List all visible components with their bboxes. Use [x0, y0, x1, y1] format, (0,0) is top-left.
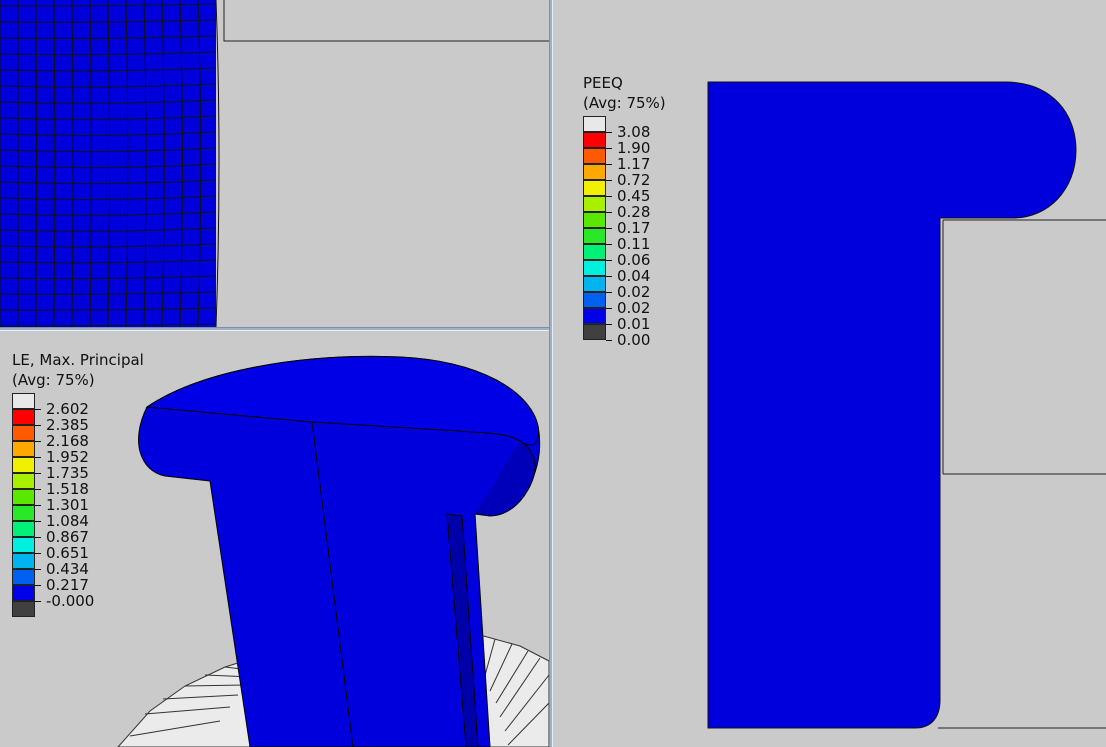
legend-swatch [12, 537, 35, 553]
legend-swatch [12, 473, 35, 489]
legend-swatch [12, 553, 35, 569]
legend-value: 0.17 [617, 219, 651, 237]
legend-tick [606, 260, 612, 261]
legend-le-max-principal: LE, Max. Principal (Avg: 75%) 2.602 2.385… [12, 350, 144, 617]
legend-tick [606, 132, 612, 133]
legend-swatch [583, 308, 606, 324]
legend-tick [35, 473, 41, 474]
legend-swatch [12, 425, 35, 441]
legend-tick [35, 505, 41, 506]
legend-tick [606, 212, 612, 213]
legend-tick [606, 164, 612, 165]
legend-swatch [583, 228, 606, 244]
legend-swatch [583, 196, 606, 212]
legend-value: 0.651 [46, 544, 89, 562]
legend-value: 0.867 [46, 528, 89, 546]
legend-value: 0.04 [617, 267, 651, 285]
legend-swatch [583, 164, 606, 180]
legend-swatch [12, 505, 35, 521]
legend-tick [606, 308, 612, 309]
legend-tick [606, 148, 612, 149]
legend-value: 1.518 [46, 480, 89, 498]
legend-subtitle: (Avg: 75%) [12, 371, 95, 389]
legend-value: 0.28 [617, 203, 651, 221]
legend-title: LE, Max. Principal [12, 351, 144, 369]
mesh-canvas[interactable] [0, 0, 549, 327]
legend-swatch [12, 393, 35, 409]
legend-tick [606, 324, 612, 325]
legend-value: -0.000 [46, 592, 95, 610]
legend-value: 0.00 [617, 331, 651, 349]
legend-swatch [583, 132, 606, 148]
color-bar: 3.08 1.90 1.17 0.72 0.45 0.28 0.17 0.11 0.06 0.04… [583, 116, 666, 348]
legend-value: 0.72 [617, 171, 651, 189]
legend-swatch [12, 489, 35, 505]
color-bar: 2.602 2.385 2.168 1.952 1.735 1.518 1.301 1.084… [12, 393, 144, 617]
legend-value: 0.06 [617, 251, 651, 269]
legend-swatch [583, 148, 606, 164]
legend-tick [35, 489, 41, 490]
legend-value: 0.01 [617, 315, 651, 333]
section-part [707, 81, 1077, 729]
legend-tick [606, 244, 612, 245]
legend-tick [35, 601, 41, 602]
legend-tick [35, 521, 41, 522]
legend-tick [606, 228, 612, 229]
legend-tick [606, 180, 612, 181]
legend-value: 0.02 [617, 283, 651, 301]
tool-outline-upper [942, 219, 1106, 475]
legend-value: 2.385 [46, 416, 89, 434]
legend-swatch [12, 441, 35, 457]
legend-swatch [583, 324, 606, 340]
legend-tick [606, 292, 612, 293]
legend-title: PEEQ [583, 74, 623, 92]
legend-value: 0.434 [46, 560, 89, 578]
legend-swatch [583, 276, 606, 292]
legend-value: 1.301 [46, 496, 89, 514]
legend-tick [35, 425, 41, 426]
legend-tick [35, 553, 41, 554]
mesh-line-vertical [215, 0, 220, 327]
legend-swatch [12, 457, 35, 473]
legend-swatch [583, 212, 606, 228]
legend-tick [606, 340, 612, 341]
legend-peeq: PEEQ (Avg: 75%) 3.08 1.90 1.17 0.72 0.45 0.28… [583, 73, 666, 348]
legend-swatch [583, 244, 606, 260]
tool-outline [223, 0, 549, 42]
legend-value: 1.90 [617, 139, 651, 157]
legend-swatch [583, 260, 606, 276]
legend-value: 2.602 [46, 400, 89, 418]
legend-swatch [583, 292, 606, 308]
legend-tick [35, 537, 41, 538]
legend-value: 1.084 [46, 512, 89, 530]
legend-swatch [12, 521, 35, 537]
legend-value: 0.11 [617, 235, 651, 253]
legend-value: 2.168 [46, 432, 89, 450]
legend-swatch [12, 585, 35, 601]
legend-tick [606, 276, 612, 277]
legend-subtitle: (Avg: 75%) [583, 94, 666, 112]
legend-tick [35, 441, 41, 442]
legend-value: 0.45 [617, 187, 651, 205]
legend-swatch [12, 409, 35, 425]
viewport-mesh-view[interactable] [0, 0, 549, 327]
legend-swatch [12, 569, 35, 585]
legend-tick [35, 585, 41, 586]
legend-tick [35, 409, 41, 410]
legend-tick [35, 457, 41, 458]
legend-value: 3.08 [617, 123, 651, 141]
legend-value: 1.17 [617, 155, 651, 173]
legend-value: 1.952 [46, 448, 89, 466]
legend-tick [606, 196, 612, 197]
legend-swatch [12, 601, 35, 617]
legend-swatch [583, 180, 606, 196]
legend-value: 0.217 [46, 576, 89, 594]
legend-swatch [583, 116, 606, 132]
legend-tick [35, 569, 41, 570]
legend-value: 0.02 [617, 299, 651, 317]
legend-value: 1.735 [46, 464, 89, 482]
